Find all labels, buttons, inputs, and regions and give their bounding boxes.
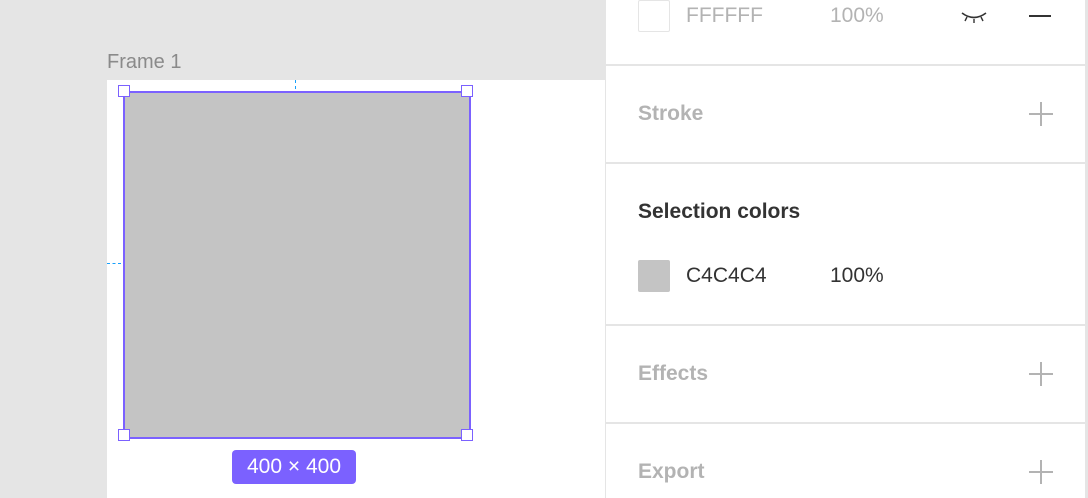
resize-handle-bottom-right[interactable] [461, 429, 473, 441]
size-badge: 400 × 400 [232, 450, 356, 484]
add-stroke-plus-icon[interactable] [1029, 102, 1053, 126]
fill-row: FFFFFF 100% [638, 0, 1055, 32]
properties-panel: FFFFFF 100% Stroke Selection colors C4C4… [605, 0, 1087, 498]
divider [606, 64, 1087, 66]
fill-hex[interactable]: FFFFFF [686, 4, 830, 28]
stroke-title: Stroke [638, 102, 704, 125]
divider [606, 422, 1087, 424]
eye-closed-icon[interactable] [959, 8, 989, 26]
frame-label[interactable]: Frame 1 [107, 51, 181, 74]
selected-rectangle[interactable] [123, 91, 471, 439]
resize-handle-bottom-left[interactable] [118, 429, 130, 441]
add-export-plus-icon[interactable] [1029, 460, 1053, 484]
selection-colors-title: Selection colors [638, 200, 801, 223]
divider [606, 162, 1087, 164]
spacing-guide-vertical [295, 80, 296, 89]
divider [606, 324, 1087, 326]
spacing-guide-horizontal [107, 263, 121, 264]
fill-opacity[interactable]: 100% [830, 4, 884, 28]
selection-color-hex[interactable]: C4C4C4 [686, 264, 830, 288]
resize-handle-top-left[interactable] [118, 85, 130, 97]
remove-fill-minus-icon[interactable] [1029, 15, 1051, 17]
selection-color-opacity[interactable]: 100% [830, 264, 884, 288]
canvas[interactable]: Frame 1 400 × 400 [0, 0, 605, 498]
add-effect-plus-icon[interactable] [1029, 362, 1053, 386]
effects-title: Effects [638, 362, 709, 385]
selection-color-row[interactable]: C4C4C4 100% [638, 260, 1055, 292]
export-title: Export [638, 460, 705, 483]
fill-swatch[interactable] [638, 0, 670, 32]
resize-handle-top-right[interactable] [461, 85, 473, 97]
selection-color-swatch[interactable] [638, 260, 670, 292]
